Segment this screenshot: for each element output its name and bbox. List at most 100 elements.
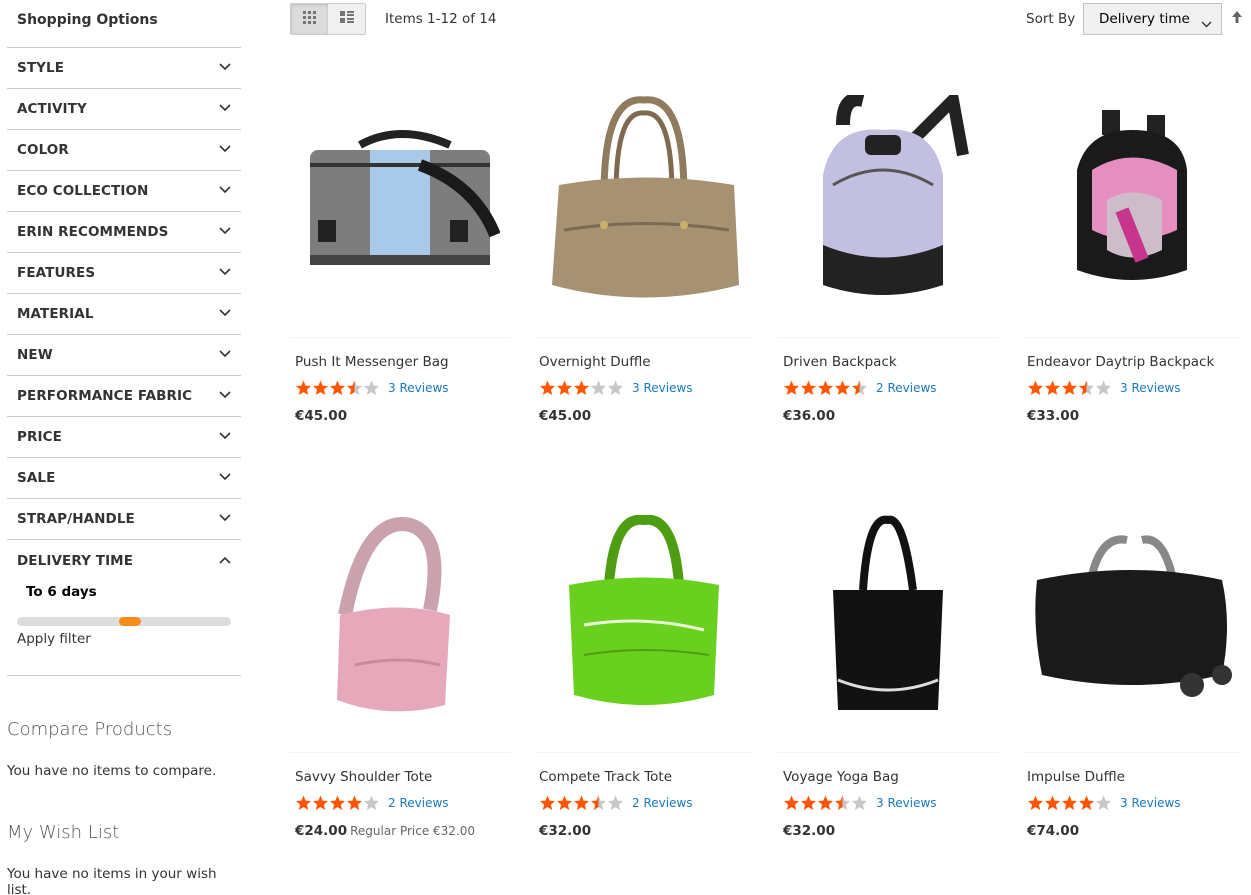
filter-eco-collection[interactable]: ECO COLLECTION bbox=[7, 171, 241, 212]
items-count: Items 1-12 of 14 bbox=[385, 11, 497, 27]
filter-price[interactable]: PRICE bbox=[7, 417, 241, 458]
product-name-link[interactable]: Driven Backpack bbox=[778, 338, 998, 370]
product-card: Endeavor Daytrip Backpack 3 Reviews €33.00 bbox=[1022, 63, 1242, 424]
chevron-down-icon bbox=[219, 391, 231, 401]
reviews-link[interactable]: 2 Reviews bbox=[876, 381, 937, 395]
list-view-button[interactable] bbox=[328, 4, 365, 34]
product-image[interactable] bbox=[534, 63, 754, 338]
shopping-options-title: Shopping Options bbox=[17, 12, 158, 28]
product-image[interactable] bbox=[290, 63, 510, 338]
star-icon bbox=[1079, 795, 1094, 810]
star-icon bbox=[330, 795, 345, 810]
rating-stars bbox=[539, 795, 624, 811]
chevron-down-icon bbox=[219, 268, 231, 278]
product-price: €74.00 bbox=[1027, 823, 1080, 839]
filter-new[interactable]: NEW bbox=[7, 335, 241, 376]
product-name-link[interactable]: Savvy Shoulder Tote bbox=[290, 753, 510, 785]
filter-activity[interactable]: ACTIVITY bbox=[7, 89, 241, 130]
star-icon bbox=[591, 380, 606, 395]
filter-sale[interactable]: SALE bbox=[7, 458, 241, 499]
star-icon bbox=[608, 380, 623, 395]
product-name-link[interactable]: Push It Messenger Bag bbox=[290, 338, 510, 370]
apply-filter-link[interactable]: Apply filter bbox=[7, 626, 241, 647]
filter-features[interactable]: FEATURES bbox=[7, 253, 241, 294]
delivery-time-slider[interactable] bbox=[17, 617, 231, 626]
product-card: Push It Messenger Bag 3 Reviews €45.00 bbox=[290, 63, 510, 424]
product-card: Savvy Shoulder Tote 2 Reviews €24.00 Regula… bbox=[290, 478, 510, 839]
star-icon bbox=[852, 795, 867, 810]
filter-label: STYLE bbox=[17, 60, 65, 76]
filter-list: STYLE ACTIVITY COLOR ECO COLLECTION ERIN REC… bbox=[7, 47, 241, 540]
star-icon bbox=[852, 380, 867, 395]
filter-strap-handle[interactable]: STRAP/HANDLE bbox=[7, 499, 241, 540]
star-icon bbox=[364, 380, 379, 395]
grid-view-button[interactable] bbox=[291, 4, 328, 34]
filter-delivery-time: DELIVERY TIME To 6 days Apply filter bbox=[7, 540, 241, 676]
star-icon bbox=[1062, 795, 1077, 810]
product-name-link[interactable]: Compete Track Tote bbox=[534, 753, 754, 785]
filter-erin-recommends[interactable]: ERIN RECOMMENDS bbox=[7, 212, 241, 253]
chevron-down-icon bbox=[1201, 16, 1212, 32]
filter-material[interactable]: MATERIAL bbox=[7, 294, 241, 335]
rating-stars bbox=[539, 380, 624, 396]
chevron-down-icon bbox=[219, 473, 231, 483]
product-price: €32.00 bbox=[539, 823, 592, 839]
reviews-link[interactable]: 2 Reviews bbox=[388, 796, 449, 810]
reviews-link[interactable]: 2 Reviews bbox=[632, 796, 693, 810]
filter-label: ACTIVITY bbox=[17, 101, 87, 117]
rating-stars bbox=[1027, 380, 1112, 396]
product-rating: 3 Reviews bbox=[534, 370, 754, 397]
product-name-link[interactable]: Voyage Yoga Bag bbox=[778, 753, 998, 785]
product-image[interactable] bbox=[534, 478, 754, 753]
product-price: €45.00 bbox=[539, 408, 592, 424]
reviews-link[interactable]: 3 Reviews bbox=[876, 796, 937, 810]
reviews-link[interactable]: 3 Reviews bbox=[388, 381, 449, 395]
product-image[interactable] bbox=[1022, 478, 1242, 753]
delivery-time-value: To 6 days bbox=[26, 584, 97, 600]
product-name-link[interactable]: Endeavor Daytrip Backpack bbox=[1022, 338, 1242, 370]
product-price: €24.00 bbox=[295, 823, 348, 839]
star-icon bbox=[540, 380, 555, 395]
product-image[interactable] bbox=[778, 478, 998, 753]
product-image[interactable] bbox=[290, 478, 510, 753]
product-name-link[interactable]: Overnight Duffle bbox=[534, 338, 754, 370]
sort-direction-button[interactable] bbox=[1231, 10, 1243, 28]
star-icon bbox=[1028, 795, 1043, 810]
list-icon bbox=[339, 10, 355, 28]
reviews-link[interactable]: 3 Reviews bbox=[1120, 381, 1181, 395]
price-row: €32.00 bbox=[534, 812, 754, 839]
reviews-link[interactable]: 3 Reviews bbox=[1120, 796, 1181, 810]
reviews-link[interactable]: 3 Reviews bbox=[632, 381, 693, 395]
star-icon bbox=[574, 795, 589, 810]
product-image[interactable] bbox=[1022, 63, 1242, 338]
sort-by-select[interactable]: Delivery time bbox=[1083, 3, 1222, 35]
price-row: €32.00 bbox=[778, 812, 998, 839]
filter-color[interactable]: COLOR bbox=[7, 130, 241, 171]
rating-stars bbox=[1027, 795, 1112, 811]
product-card: Voyage Yoga Bag 3 Reviews €32.00 bbox=[778, 478, 998, 839]
star-icon bbox=[784, 795, 799, 810]
product-price: €45.00 bbox=[295, 408, 348, 424]
arrow-up-icon bbox=[1231, 11, 1243, 28]
product-rating: 2 Reviews bbox=[778, 370, 998, 397]
star-icon bbox=[1062, 380, 1077, 395]
price-row: €45.00 bbox=[534, 397, 754, 424]
slider-handle[interactable] bbox=[119, 617, 142, 626]
price-row: €36.00 bbox=[778, 397, 998, 424]
star-icon bbox=[801, 795, 816, 810]
product-name-link[interactable]: Impulse Duffle bbox=[1022, 753, 1242, 785]
filter-delivery-time-header[interactable]: DELIVERY TIME bbox=[7, 540, 241, 581]
wishlist-title: My Wish List bbox=[7, 822, 120, 843]
filter-style[interactable]: STYLE bbox=[7, 48, 241, 89]
filter-performance-fabric[interactable]: PERFORMANCE FABRIC bbox=[7, 376, 241, 417]
filter-label: DELIVERY TIME bbox=[17, 552, 134, 569]
star-icon bbox=[818, 795, 833, 810]
star-icon bbox=[347, 795, 362, 810]
sort-by-label: Sort By bbox=[1026, 11, 1076, 27]
star-icon bbox=[313, 795, 328, 810]
product-price: €33.00 bbox=[1027, 408, 1080, 424]
filter-label: SALE bbox=[17, 470, 56, 486]
product-image[interactable] bbox=[778, 63, 998, 338]
price-row: €45.00 bbox=[290, 397, 510, 424]
regular-price: Regular Price €32.00 bbox=[350, 824, 476, 838]
